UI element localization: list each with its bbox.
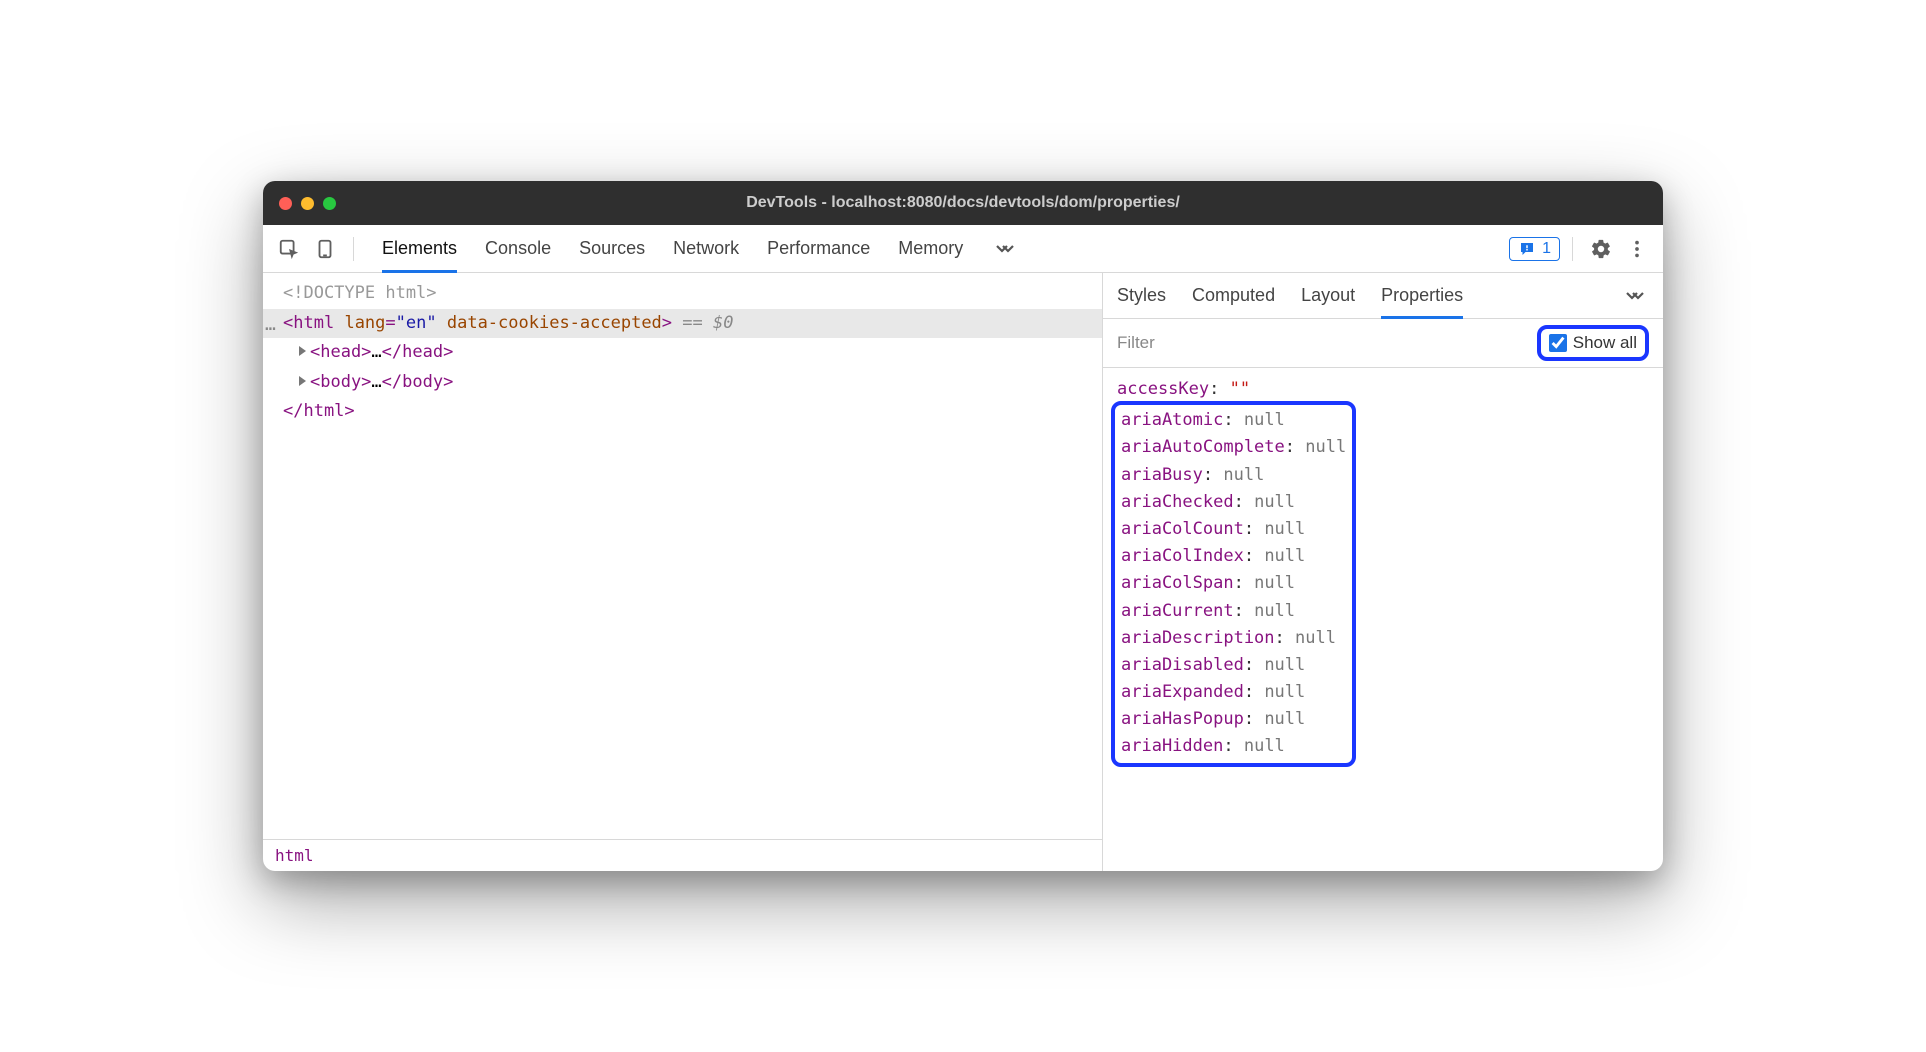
- property-name: ariaCurrent: [1121, 601, 1234, 621]
- dom-body-element[interactable]: <body>…</body>: [263, 368, 1102, 398]
- property-name: ariaColIndex: [1121, 546, 1244, 566]
- dom-tree[interactable]: <!DOCTYPE html> <html lang="en" data-coo…: [263, 273, 1102, 839]
- property-row[interactable]: ariaHasPopup: null: [1121, 706, 1346, 733]
- device-toolbar-icon[interactable]: [309, 233, 341, 265]
- property-value: null: [1295, 628, 1336, 648]
- property-row[interactable]: ariaExpanded: null: [1121, 679, 1346, 706]
- side-tab-layout[interactable]: Layout: [1301, 273, 1355, 318]
- devtools-window: DevTools - localhost:8080/docs/devtools/…: [263, 181, 1663, 871]
- dom-doctype[interactable]: <!DOCTYPE html>: [263, 279, 1102, 309]
- property-row[interactable]: ariaAutoComplete: null: [1121, 434, 1346, 461]
- property-value: null: [1264, 709, 1305, 729]
- property-name: ariaDescription: [1121, 628, 1275, 648]
- toolbar-divider-2: [1572, 237, 1573, 261]
- issues-count: 1: [1542, 240, 1551, 258]
- show-all-label: Show all: [1573, 333, 1637, 353]
- side-panel: Styles Computed Layout Properties Show a…: [1103, 273, 1663, 871]
- show-all-toggle[interactable]: Show all: [1537, 325, 1649, 361]
- tab-memory[interactable]: Memory: [898, 225, 963, 272]
- issues-badge[interactable]: 1: [1509, 237, 1560, 261]
- property-name: ariaAutoComplete: [1121, 437, 1285, 457]
- maximize-window-button[interactable]: [323, 197, 336, 210]
- property-name: ariaHasPopup: [1121, 709, 1244, 729]
- issues-icon: [1518, 240, 1536, 258]
- property-row[interactable]: ariaCurrent: null: [1121, 598, 1346, 625]
- show-all-checkbox[interactable]: [1549, 334, 1567, 352]
- property-name: ariaBusy: [1121, 465, 1203, 485]
- tab-performance[interactable]: Performance: [767, 225, 870, 272]
- property-value: null: [1264, 655, 1305, 675]
- close-window-button[interactable]: [279, 197, 292, 210]
- expand-caret-icon[interactable]: [299, 376, 306, 386]
- tab-console[interactable]: Console: [485, 225, 551, 272]
- property-value: null: [1254, 573, 1295, 593]
- titlebar: DevTools - localhost:8080/docs/devtools/…: [263, 181, 1663, 225]
- content-area: <!DOCTYPE html> <html lang="en" data-coo…: [263, 273, 1663, 871]
- tab-elements[interactable]: Elements: [382, 225, 457, 272]
- property-name: ariaHidden: [1121, 736, 1223, 756]
- properties-filter-row: Show all: [1103, 319, 1663, 368]
- property-value: null: [1264, 519, 1305, 539]
- property-row[interactable]: ariaHidden: null: [1121, 733, 1346, 760]
- settings-gear-icon[interactable]: [1585, 233, 1617, 265]
- minimize-window-button[interactable]: [301, 197, 314, 210]
- side-tab-styles[interactable]: Styles: [1117, 273, 1166, 318]
- property-name: ariaExpanded: [1121, 682, 1244, 702]
- window-title: DevTools - localhost:8080/docs/devtools/…: [263, 194, 1663, 212]
- property-value: "": [1230, 379, 1250, 399]
- property-name: ariaAtomic: [1121, 410, 1223, 430]
- properties-list[interactable]: accessKey: ""ariaAtomic: nullariaAutoCom…: [1103, 368, 1663, 871]
- property-row[interactable]: ariaColSpan: null: [1121, 570, 1346, 597]
- property-name: ariaChecked: [1121, 492, 1234, 512]
- property-value: null: [1305, 437, 1346, 457]
- property-row[interactable]: ariaColCount: null: [1121, 516, 1346, 543]
- main-toolbar: Elements Console Sources Network Perform…: [263, 225, 1663, 273]
- property-row[interactable]: ariaBusy: null: [1121, 462, 1346, 489]
- inspect-element-icon[interactable]: [273, 233, 305, 265]
- property-value: null: [1244, 410, 1285, 430]
- property-value: null: [1264, 546, 1305, 566]
- property-name: ariaColSpan: [1121, 573, 1234, 593]
- main-tabs: Elements Console Sources Network Perform…: [382, 225, 1019, 272]
- breadcrumb[interactable]: html: [263, 839, 1102, 871]
- tab-network[interactable]: Network: [673, 225, 739, 272]
- property-value: null: [1264, 682, 1305, 702]
- property-value: null: [1254, 601, 1295, 621]
- properties-filter-input[interactable]: [1117, 333, 1527, 353]
- property-row[interactable]: ariaDescription: null: [1121, 625, 1346, 652]
- side-tab-computed[interactable]: Computed: [1192, 273, 1275, 318]
- traffic-lights: [279, 197, 336, 210]
- properties-highlight-box: ariaAtomic: nullariaAutoComplete: nullar…: [1111, 401, 1356, 766]
- side-tab-properties[interactable]: Properties: [1381, 273, 1463, 318]
- property-row[interactable]: ariaColIndex: null: [1121, 543, 1346, 570]
- property-row[interactable]: ariaChecked: null: [1121, 489, 1346, 516]
- property-row[interactable]: accessKey: "": [1117, 376, 1649, 403]
- toolbar-divider: [353, 237, 354, 261]
- property-value: null: [1223, 465, 1264, 485]
- property-value: null: [1254, 492, 1295, 512]
- kebab-menu-icon[interactable]: [1621, 233, 1653, 265]
- dom-html-close[interactable]: </html>: [263, 397, 1102, 427]
- property-value: null: [1244, 736, 1285, 756]
- property-name: accessKey: [1117, 379, 1209, 399]
- dom-head-element[interactable]: <head>…</head>: [263, 338, 1102, 368]
- side-tabs: Styles Computed Layout Properties: [1103, 273, 1663, 319]
- property-row[interactable]: ariaAtomic: null: [1121, 407, 1346, 434]
- side-more-tabs-icon[interactable]: [1621, 285, 1649, 307]
- property-name: ariaDisabled: [1121, 655, 1244, 675]
- property-name: ariaColCount: [1121, 519, 1244, 539]
- tab-sources[interactable]: Sources: [579, 225, 645, 272]
- more-tabs-icon[interactable]: [991, 238, 1019, 260]
- dom-html-element[interactable]: <html lang="en" data-cookies-accepted> =…: [263, 309, 1102, 339]
- property-row[interactable]: ariaDisabled: null: [1121, 652, 1346, 679]
- dom-panel: <!DOCTYPE html> <html lang="en" data-coo…: [263, 273, 1103, 871]
- expand-caret-icon[interactable]: [299, 346, 306, 356]
